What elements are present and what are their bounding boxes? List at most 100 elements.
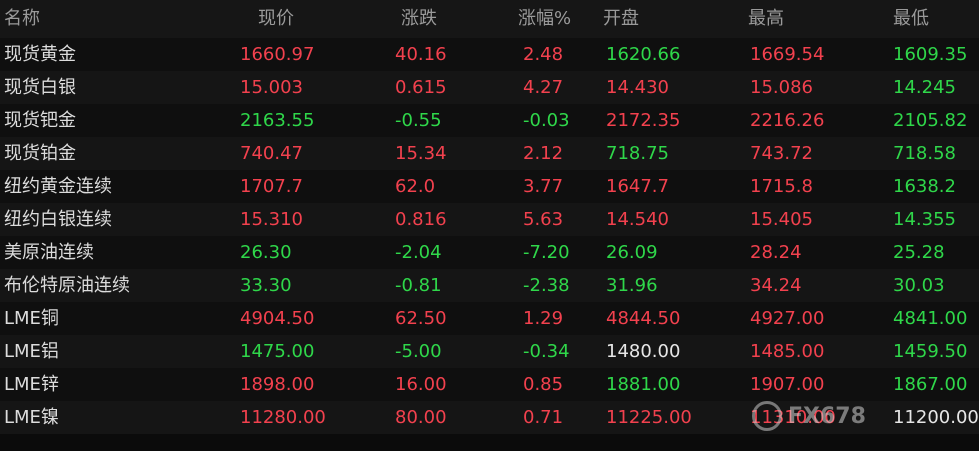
cell-name: 现货白银 (4, 77, 76, 98)
cell-change: 80.00 (395, 407, 447, 428)
cell-high: 2216.26 (750, 110, 825, 131)
cell-low: 14.245 (893, 77, 956, 98)
cell-change: -5.00 (395, 341, 442, 362)
cell-price: 15.003 (240, 77, 303, 98)
cell-change: 0.816 (395, 209, 447, 230)
cell-high: 15.086 (750, 77, 813, 98)
cell-name: 现货铂金 (4, 143, 76, 164)
table-row[interactable]: 现货铂金 740.47 15.34 2.12 718.75 743.72 718.58 (0, 137, 979, 170)
cell-name: LME锌 (4, 374, 59, 395)
cell-low: 25.28 (893, 242, 945, 263)
cell-pct: -0.03 (523, 110, 570, 131)
cell-open: 1620.66 (606, 44, 681, 65)
cell-open: 2172.35 (606, 110, 681, 131)
cell-change: 62.0 (395, 176, 436, 197)
cell-price: 1660.97 (240, 44, 315, 65)
cell-name: LME铝 (4, 341, 59, 362)
cell-name: 现货钯金 (4, 110, 76, 131)
quote-table: 名称 现价 涨跌 涨幅% 开盘 最高 最低 现货黄金 1660.97 40.16 2.… (0, 0, 979, 434)
cell-pct: 3.77 (523, 176, 564, 197)
table-header: 名称 现价 涨跌 涨幅% 开盘 最高 最低 (0, 0, 979, 38)
cell-price: 1475.00 (240, 341, 315, 362)
cell-open: 14.540 (606, 209, 669, 230)
cell-pct: -0.34 (523, 341, 570, 362)
cell-change: 16.00 (395, 374, 447, 395)
cell-name: 纽约黄金连续 (4, 176, 112, 197)
cell-high: 11310.00 (750, 407, 836, 428)
cell-change: 15.34 (395, 143, 447, 164)
header-price[interactable]: 现价 (258, 0, 294, 38)
cell-pct: 0.71 (523, 407, 564, 428)
header-high[interactable]: 最高 (748, 0, 784, 38)
cell-low: 718.58 (893, 143, 956, 164)
table-row[interactable]: 现货钯金 2163.55 -0.55 -0.03 2172.35 2216.26 2105.… (0, 104, 979, 137)
cell-high: 34.24 (750, 275, 802, 296)
cell-price: 33.30 (240, 275, 292, 296)
table-row[interactable]: LME锌 1898.00 16.00 0.85 1881.00 1907.00 1867.0… (0, 368, 979, 401)
header-low[interactable]: 最低 (893, 0, 929, 38)
header-change[interactable]: 涨跌 (401, 0, 437, 38)
cell-open: 718.75 (606, 143, 669, 164)
cell-low: 1867.00 (893, 374, 968, 395)
cell-high: 28.24 (750, 242, 802, 263)
cell-change: 40.16 (395, 44, 447, 65)
cell-open: 4844.50 (606, 308, 681, 329)
cell-change: -0.81 (395, 275, 442, 296)
cell-high: 4927.00 (750, 308, 825, 329)
table-row[interactable]: LME镍 11280.00 80.00 0.71 11225.00 11310.00 112… (0, 401, 979, 434)
cell-high: 1485.00 (750, 341, 825, 362)
cell-pct: 0.85 (523, 374, 564, 395)
table-row[interactable]: 现货白银 15.003 0.615 4.27 14.430 15.086 14.245 (0, 71, 979, 104)
table-row[interactable]: 现货黄金 1660.97 40.16 2.48 1620.66 1669.54 1609.3… (0, 38, 979, 71)
cell-price: 2163.55 (240, 110, 315, 131)
cell-open: 1647.7 (606, 176, 669, 197)
cell-high: 743.72 (750, 143, 813, 164)
cell-name: LME铜 (4, 308, 59, 329)
cell-high: 1669.54 (750, 44, 825, 65)
cell-change: -2.04 (395, 242, 442, 263)
header-pct[interactable]: 涨幅% (518, 0, 571, 38)
cell-open: 14.430 (606, 77, 669, 98)
cell-price: 1707.7 (240, 176, 303, 197)
cell-name: 布伦特原油连续 (4, 275, 130, 296)
cell-open: 11225.00 (606, 407, 692, 428)
cell-name: LME镍 (4, 407, 59, 428)
cell-low: 30.03 (893, 275, 945, 296)
cell-pct: 2.12 (523, 143, 564, 164)
table-row[interactable]: 纽约白银连续 15.310 0.816 5.63 14.540 15.405 14.355 (0, 203, 979, 236)
cell-price: 11280.00 (240, 407, 326, 428)
table-row[interactable]: LME铝 1475.00 -5.00 -0.34 1480.00 1485.00 1459.… (0, 335, 979, 368)
cell-low: 11200.00 (893, 407, 979, 428)
header-name[interactable]: 名称 (4, 0, 40, 38)
table-row[interactable]: 布伦特原油连续 33.30 -0.81 -2.38 31.96 34.24 30.03 (0, 269, 979, 302)
cell-pct: 2.48 (523, 44, 564, 65)
cell-pct: -2.38 (523, 275, 570, 296)
cell-price: 740.47 (240, 143, 303, 164)
cell-price: 1898.00 (240, 374, 315, 395)
cell-low: 1638.2 (893, 176, 956, 197)
cell-name: 美原油连续 (4, 242, 94, 263)
table-row[interactable]: 纽约黄金连续 1707.7 62.0 3.77 1647.7 1715.8 1638.2 (0, 170, 979, 203)
cell-low: 14.355 (893, 209, 956, 230)
header-open[interactable]: 开盘 (603, 0, 639, 38)
cell-high: 1907.00 (750, 374, 825, 395)
cell-high: 1715.8 (750, 176, 813, 197)
cell-open: 1480.00 (606, 341, 681, 362)
cell-change: 0.615 (395, 77, 447, 98)
cell-change: -0.55 (395, 110, 442, 131)
cell-price: 26.30 (240, 242, 292, 263)
table-row[interactable]: 美原油连续 26.30 -2.04 -7.20 26.09 28.24 25.28 (0, 236, 979, 269)
cell-price: 4904.50 (240, 308, 315, 329)
cell-open: 26.09 (606, 242, 658, 263)
table-row[interactable]: LME铜 4904.50 62.50 1.29 4844.50 4927.00 4841.0… (0, 302, 979, 335)
cell-open: 1881.00 (606, 374, 681, 395)
cell-name: 纽约白银连续 (4, 209, 112, 230)
cell-pct: 1.29 (523, 308, 564, 329)
cell-pct: 5.63 (523, 209, 564, 230)
cell-low: 1459.50 (893, 341, 968, 362)
cell-low: 1609.35 (893, 44, 968, 65)
cell-name: 现货黄金 (4, 44, 76, 65)
cell-low: 4841.00 (893, 308, 968, 329)
cell-pct: 4.27 (523, 77, 564, 98)
cell-low: 2105.82 (893, 110, 968, 131)
